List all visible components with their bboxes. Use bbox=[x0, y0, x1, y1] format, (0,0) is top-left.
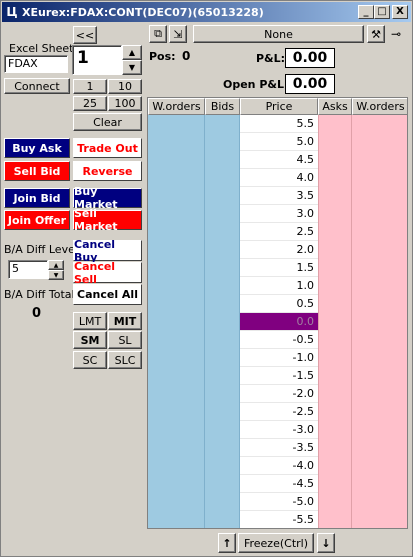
cancel-sell-button[interactable]: Cancel Sell bbox=[73, 260, 142, 286]
working-bids-column[interactable] bbox=[148, 115, 205, 528]
open-pl-value: 0.00 bbox=[285, 74, 335, 94]
sm-button[interactable]: SM bbox=[73, 331, 107, 349]
price-row: 4.0 bbox=[240, 169, 318, 187]
ba-diff-down-icon[interactable]: ▼ bbox=[48, 270, 64, 280]
price-row: 4.5 bbox=[240, 151, 318, 169]
price-row: 5.0 bbox=[240, 133, 318, 151]
price-row: 0.5 bbox=[240, 295, 318, 313]
quantity-input[interactable]: 1 bbox=[72, 45, 122, 75]
header-bids: Bids bbox=[205, 98, 240, 115]
header-working-asks: W.orders bbox=[352, 98, 407, 115]
price-row: -5.0 bbox=[240, 493, 318, 511]
window-icon[interactable]: ⇲ bbox=[169, 25, 187, 43]
sell-bid-button[interactable]: Sell Bid bbox=[4, 161, 70, 181]
pos-label: Pos: bbox=[149, 50, 176, 63]
close-button[interactable]: X bbox=[392, 5, 408, 19]
asks-column[interactable] bbox=[318, 115, 352, 528]
window-title: XEurex:FDAX:CONT(DEC07)(65013228) bbox=[22, 5, 264, 19]
ba-diff-total-value: 0 bbox=[32, 306, 42, 321]
qty-25-button[interactable]: 25 bbox=[73, 96, 107, 111]
price-row: 3.5 bbox=[240, 187, 318, 205]
price-row-current: 0.0 bbox=[240, 313, 318, 331]
reverse-button[interactable]: Reverse bbox=[73, 161, 142, 181]
quantity-down-icon[interactable]: ▼ bbox=[122, 60, 142, 75]
trade-out-button[interactable]: Trade Out bbox=[73, 138, 142, 158]
clear-button[interactable]: Clear bbox=[73, 113, 142, 131]
price-row: 1.5 bbox=[240, 259, 318, 277]
excel-sheet-label: Excel Sheet bbox=[9, 42, 74, 55]
qty-10-button[interactable]: 10 bbox=[108, 79, 142, 94]
quantity-up-icon[interactable]: ▲ bbox=[122, 45, 142, 60]
pos-value: 0 bbox=[182, 49, 191, 63]
pl-value: 0.00 bbox=[285, 48, 335, 68]
collapse-button[interactable]: << bbox=[73, 26, 97, 44]
qty-100-button[interactable]: 100 bbox=[108, 96, 142, 111]
price-column: 5.5 5.0 4.5 4.0 3.5 3.0 2.5 2.0 1.5 1.0 0.5 0.0 -0.5… bbox=[240, 115, 318, 528]
app-icon: Ц bbox=[6, 5, 18, 19]
price-row: -2.5 bbox=[240, 403, 318, 421]
connect-button[interactable]: Connect bbox=[4, 78, 70, 94]
ba-diff-level-input[interactable]: 5 bbox=[8, 260, 48, 279]
sc-button[interactable]: SC bbox=[73, 351, 107, 369]
price-row: 2.5 bbox=[240, 223, 318, 241]
price-row: 2.0 bbox=[240, 241, 318, 259]
freeze-button[interactable]: Freeze(Ctrl) bbox=[238, 533, 314, 553]
sl-button[interactable]: SL bbox=[108, 331, 142, 349]
price-row: -1.5 bbox=[240, 367, 318, 385]
price-row: -1.0 bbox=[240, 349, 318, 367]
application-window: Ц XEurex:FDAX:CONT(DEC07)(65013228) _ □ … bbox=[0, 0, 413, 557]
cancel-buy-button[interactable]: Cancel Buy bbox=[73, 238, 142, 264]
mit-button[interactable]: MIT bbox=[108, 312, 142, 330]
working-asks-column[interactable] bbox=[352, 115, 407, 528]
slc-button[interactable]: SLC bbox=[108, 351, 142, 369]
maximize-button[interactable]: □ bbox=[374, 5, 390, 19]
join-offer-button[interactable]: Join Offer bbox=[4, 210, 70, 230]
price-row: -2.0 bbox=[240, 385, 318, 403]
bids-column[interactable] bbox=[205, 115, 240, 528]
join-bid-button[interactable]: Join Bid bbox=[4, 188, 70, 208]
price-row: -4.0 bbox=[240, 457, 318, 475]
pl-label: P&L: bbox=[256, 52, 286, 65]
price-row: 5.5 bbox=[240, 115, 318, 133]
excel-sheet-input[interactable]: FDAX bbox=[4, 55, 68, 73]
title-bar[interactable]: Ц XEurex:FDAX:CONT(DEC07)(65013228) _ □ … bbox=[2, 2, 411, 22]
account-select[interactable]: None bbox=[193, 25, 364, 43]
ba-diff-total-label: B/A Diff Total bbox=[4, 288, 75, 301]
price-row: -5.5 bbox=[240, 511, 318, 528]
buy-market-button[interactable]: Buy Market bbox=[73, 185, 142, 211]
settings-icon[interactable]: ⧉ bbox=[149, 25, 167, 43]
open-pl-label: Open P&L: bbox=[223, 78, 289, 91]
price-row: -3.5 bbox=[240, 439, 318, 457]
minimize-button[interactable]: _ bbox=[358, 5, 374, 19]
scroll-down-icon[interactable]: ↓ bbox=[317, 533, 335, 553]
buy-ask-button[interactable]: Buy Ask bbox=[4, 138, 70, 158]
lmt-button[interactable]: LMT bbox=[73, 312, 107, 330]
sell-market-button[interactable]: Sell Market bbox=[73, 207, 142, 233]
price-row: -0.5 bbox=[240, 331, 318, 349]
tools-icon[interactable]: ⚒ bbox=[367, 25, 385, 43]
ba-diff-up-icon[interactable]: ▲ bbox=[48, 260, 64, 270]
price-row: 1.0 bbox=[240, 277, 318, 295]
qty-1-button[interactable]: 1 bbox=[73, 79, 107, 94]
header-working-bids: W.orders bbox=[148, 98, 205, 115]
pin-icon[interactable]: ⊸ bbox=[391, 27, 401, 41]
price-row: -4.5 bbox=[240, 475, 318, 493]
cancel-all-button[interactable]: Cancel All bbox=[73, 284, 142, 305]
header-asks: Asks bbox=[318, 98, 352, 115]
price-row: 3.0 bbox=[240, 205, 318, 223]
price-ladder: W.orders Bids Price Asks W.orders 5.5 5.0… bbox=[147, 97, 408, 529]
scroll-up-icon[interactable]: ↑ bbox=[218, 533, 236, 553]
ba-diff-level-label: B/A Diff Level bbox=[4, 243, 78, 256]
price-row: -3.0 bbox=[240, 421, 318, 439]
header-price: Price bbox=[240, 98, 318, 115]
